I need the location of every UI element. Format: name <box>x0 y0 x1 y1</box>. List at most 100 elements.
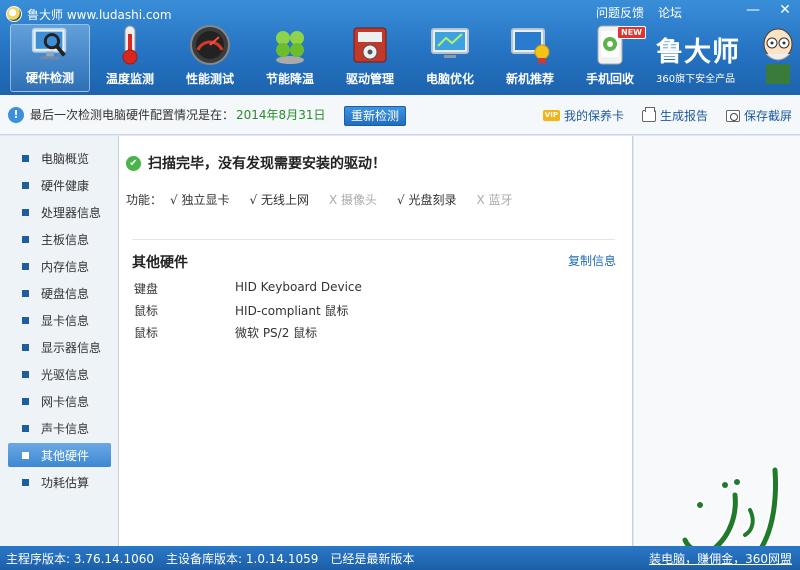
sidebar: 电脑概览 硬件健康 处理器信息 主板信息 内存信息 硬盘信息 显卡信息 显示器信… <box>0 136 119 546</box>
sidebar-item-label: 功耗估算 <box>41 475 90 490</box>
sidebar-item-display[interactable]: 显示器信息 <box>8 335 111 359</box>
tool-energy-saving[interactable]: 节能降温 <box>250 24 330 92</box>
sidebar-item-label: 主板信息 <box>41 232 90 247</box>
feature-wireless: √ 无线上网 <box>249 193 309 207</box>
speedometer-icon <box>190 25 230 65</box>
new-badge: NEW <box>617 26 646 39</box>
brand-name: 鲁大师 <box>656 37 740 68</box>
union-link[interactable]: 装电脑，赚佣金，360网盟 <box>649 550 792 567</box>
sidebar-item-cpu[interactable]: 处理器信息 <box>8 200 111 224</box>
sidebar-item-gpu[interactable]: 显卡信息 <box>8 308 111 332</box>
bullet-icon <box>22 262 29 270</box>
maintenance-card-link[interactable]: VIP 我的保养卡 <box>542 107 624 124</box>
tool-temperature[interactable]: 温度监测 <box>90 24 170 92</box>
forum-link[interactable]: 论坛 <box>658 4 682 21</box>
brand-subtitle: 360旗下安全产品 <box>656 74 736 85</box>
tool-label: 节能降温 <box>265 72 314 86</box>
feature-camera: X 摄像头 <box>328 193 377 207</box>
info-links: VIP 我的保养卡 生成报告 保存截屏 <box>542 106 792 124</box>
monitor-magnifier-icon <box>31 27 67 60</box>
tool-label: 性能测试 <box>185 72 234 86</box>
app-title: 鲁大师 www.ludashi.com <box>27 7 172 22</box>
hardware-type: 鼠标 <box>134 304 159 318</box>
sidebar-item-disk[interactable]: 硬盘信息 <box>8 281 111 305</box>
bullet-icon <box>22 451 29 459</box>
sidebar-item-health[interactable]: 硬件健康 <box>8 173 111 197</box>
sidebar-item-label: 声卡信息 <box>41 421 90 436</box>
table-row: 鼠标 HID-compliant 鼠标 <box>134 302 349 319</box>
copy-info-link[interactable]: 复制信息 <box>568 252 616 269</box>
save-screenshot-label: 保存截屏 <box>743 109 792 123</box>
bullet-icon <box>22 397 29 405</box>
bullet-icon <box>22 181 29 189</box>
feedback-link[interactable]: 问题反馈 <box>596 4 644 21</box>
scan-result-text: 扫描完毕，没有发现需要安装的驱动！ <box>148 156 386 172</box>
info-icon: ! <box>8 106 24 123</box>
check-icon: ✔ <box>126 155 141 171</box>
hardware-name: HID Keyboard Device <box>235 280 362 294</box>
close-button[interactable]: ✕ <box>776 2 794 18</box>
bullet-icon <box>22 424 29 432</box>
main-panel: ✔ 扫描完毕，没有发现需要安装的驱动！ 功能： √ 独立显卡 √ 无线上网 X … <box>119 136 633 546</box>
sidebar-item-label: 显卡信息 <box>41 313 90 328</box>
maintenance-card-label: 我的保养卡 <box>563 109 624 123</box>
bullet-icon <box>22 316 29 324</box>
sidebar-item-label: 电脑概览 <box>41 151 90 166</box>
sidebar-item-label: 其他硬件 <box>41 448 90 463</box>
sidebar-item-label: 处理器信息 <box>41 205 102 220</box>
status-bar: 主程序版本: 3.76.14.1060 主设备库版本: 1.0.14.1059 … <box>0 546 800 570</box>
sidebar-item-other-hardware[interactable]: 其他硬件 <box>8 443 111 467</box>
gear-box-icon <box>353 27 387 63</box>
new-pc-icon <box>511 28 550 65</box>
bullet-icon <box>22 370 29 378</box>
tool-new-pc[interactable]: 新机推荐 <box>490 24 570 92</box>
device-db-version: 主设备库版本: 1.0.14.1059 <box>166 551 319 566</box>
hardware-type: 键盘 <box>134 282 159 296</box>
sidebar-item-motherboard[interactable]: 主板信息 <box>8 227 111 251</box>
sidebar-item-label: 显示器信息 <box>41 340 102 355</box>
sidebar-item-label: 硬盘信息 <box>41 286 90 301</box>
tool-phone-recycle[interactable]: NEW 手机回收 <box>570 24 650 92</box>
tool-pc-optimize[interactable]: 电脑优化 <box>410 24 490 92</box>
update-status: 已经是最新版本 <box>330 551 415 566</box>
title-links: 问题反馈 论坛 <box>596 4 682 21</box>
sidebar-item-memory[interactable]: 内存信息 <box>8 254 111 278</box>
app-logo-icon <box>6 6 22 22</box>
bullet-icon <box>22 154 29 162</box>
last-scan-text: 最后一次检测电脑硬件配置情况是在： <box>30 108 235 122</box>
optimize-monitor-icon <box>431 28 469 58</box>
header: 鲁大师 www.ludashi.com 问题反馈 论坛 — ✕ 硬件检测 温度监… <box>0 0 800 95</box>
rescan-button[interactable]: 重新检测 <box>344 106 406 126</box>
tool-driver-manager[interactable]: 驱动管理 <box>330 24 410 92</box>
bullet-icon <box>22 343 29 351</box>
feature-list: 功能： √ 独立显卡 √ 无线上网 X 摄像头 √ 光盘刻录 X 蓝牙 <box>126 191 533 208</box>
bullet-icon <box>22 289 29 297</box>
sidebar-item-label: 光驱信息 <box>41 367 90 382</box>
tool-label: 手机回收 <box>585 72 634 86</box>
tool-performance[interactable]: 性能测试 <box>170 24 250 92</box>
window-controls: — ✕ <box>744 2 794 18</box>
feature-bluetooth: X 蓝牙 <box>476 193 513 207</box>
sidebar-item-label: 内存信息 <box>41 259 90 274</box>
tool-label: 温度监测 <box>105 72 154 86</box>
tool-hardware-detect[interactable]: 硬件检测 <box>10 24 90 92</box>
generate-report-label: 生成报告 <box>659 109 708 123</box>
bullet-icon <box>22 478 29 486</box>
tool-label: 驱动管理 <box>345 72 394 86</box>
sidebar-item-optical[interactable]: 光驱信息 <box>8 362 111 386</box>
bullet-icon <box>22 235 29 243</box>
tool-label: 电脑优化 <box>425 72 474 86</box>
vip-icon: VIP <box>542 110 560 121</box>
generate-report-link[interactable]: 生成报告 <box>641 106 708 124</box>
save-screenshot-link[interactable]: 保存截屏 <box>725 107 792 124</box>
main-version: 主程序版本: 3.76.14.1060 <box>6 551 155 566</box>
sidebar-item-sound[interactable]: 声卡信息 <box>8 416 111 440</box>
info-bar: ! 最后一次检测电脑硬件配置情况是在： 2014年8月31日 重新检测 VIP … <box>0 95 800 135</box>
sidebar-item-overview[interactable]: 电脑概览 <box>8 146 111 170</box>
sidebar-item-power[interactable]: 功耗估算 <box>8 470 111 494</box>
sidebar-item-network[interactable]: 网卡信息 <box>8 389 111 413</box>
printer-icon <box>641 106 656 122</box>
minimize-button[interactable]: — <box>744 2 762 18</box>
hardware-name: HID-compliant 鼠标 <box>235 304 349 318</box>
hardware-name: 微软 PS/2 鼠标 <box>235 326 318 340</box>
